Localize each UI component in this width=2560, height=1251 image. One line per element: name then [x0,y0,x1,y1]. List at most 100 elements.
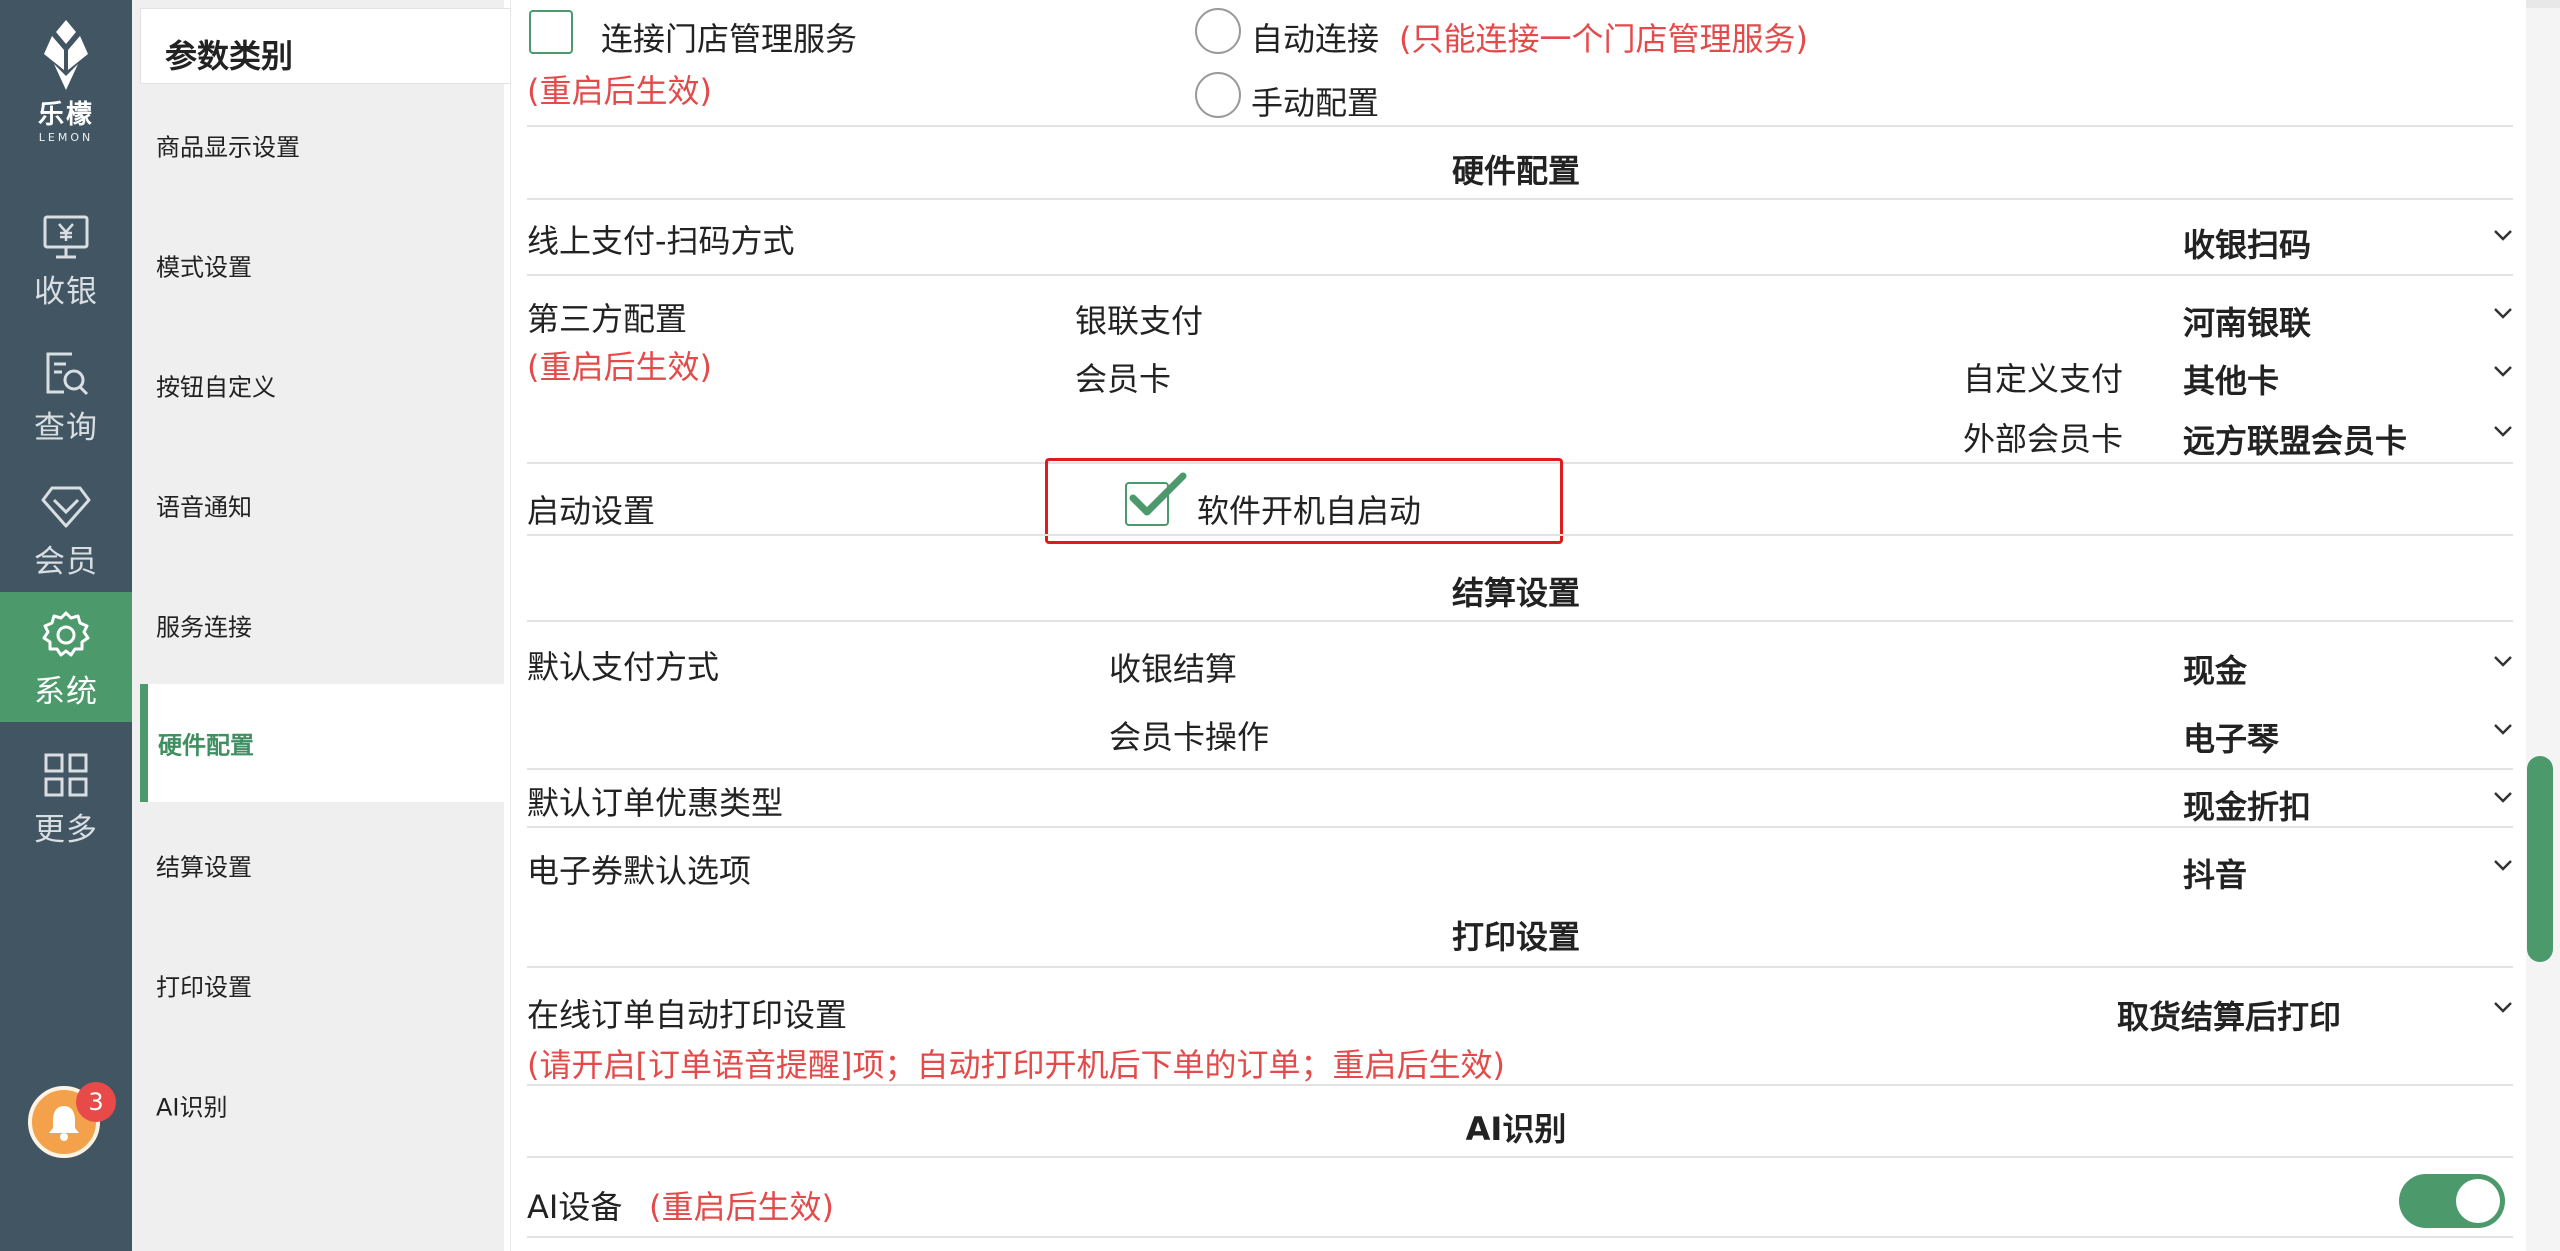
category-item-label: 模式设置 [156,253,252,282]
gear-icon [42,611,90,657]
cashier-settle-label: 收银结算 [1109,650,1238,688]
lemon-logo-icon [44,20,88,90]
category-item-label: AI识别 [156,1093,228,1122]
online-pay-label: 线上支付-扫码方式 [527,222,795,260]
coupon-label: 电子券默认选项 [527,852,752,890]
check-icon [1129,472,1187,516]
member-op-select[interactable]: 电子琴 [2183,710,2513,760]
member-card-label: 会员卡 [1075,360,1172,398]
nav-item-label: 查询 [34,410,98,446]
divider [527,826,2513,828]
third-party-note: (重启后生效) [527,348,712,386]
select-value: 收银扫码 [2183,226,2312,264]
nav-item-system[interactable]: 系统 [0,592,132,722]
category-item-label: 商品显示设置 [156,133,300,162]
category-panel: 参数类别 商品显示设置 模式设置 按钮自定义 语音通知 服务连接 硬件配置 结算… [132,0,632,1251]
divider [527,966,2513,968]
divider [527,198,2513,200]
category-item-label: 语音通知 [156,493,252,522]
select-value: 其他卡 [2183,362,2280,400]
scrollbar[interactable] [2526,0,2560,1251]
manual-config-radio[interactable] [1195,72,1241,118]
category-item-label: 硬件配置 [158,731,254,760]
select-value: 取货结算后打印 [2117,998,2342,1036]
ai-device-note: (重启后生效) [649,1188,834,1226]
startup-label: 启动设置 [527,492,656,530]
diamond-icon [41,486,91,528]
divider [527,1236,2513,1238]
notification-badge: 3 [76,1082,116,1122]
nav-item-cashier[interactable]: 收银 [0,196,132,326]
unionpay-select[interactable]: 河南银联 [2183,294,2513,344]
chevron-down-icon [2494,724,2512,735]
brand-name: 乐檬 [37,100,94,130]
external-card-label: 外部会员卡 [1963,420,2124,458]
chevron-down-icon [2494,366,2512,377]
nav-item-query[interactable]: 查询 [0,332,132,462]
divider [527,1156,2513,1158]
discount-select[interactable]: 现金折扣 [2183,778,2513,828]
notification-button[interactable]: 3 [28,1082,116,1158]
category-item-label: 按钮自定义 [156,373,276,402]
ai-device-toggle[interactable] [2399,1174,2505,1228]
nav-item-label: 更多 [34,812,98,848]
default-pay-label: 默认支付方式 [527,648,720,686]
category-item-label: 服务连接 [156,613,252,642]
toggle-knob [2456,1179,2500,1223]
chevron-down-icon [2494,426,2512,437]
auto-print-note: (请开启[订单语音提醒]项；自动打印开机后下单的订单；重启后生效) [527,1046,1505,1084]
third-party-label: 第三方配置 [527,300,688,338]
chevron-down-icon [2494,860,2512,871]
select-value: 电子琴 [2183,720,2280,758]
search-document-icon [46,352,89,396]
section-title-hardware: 硬件配置 [1451,152,1580,190]
nav-item-member[interactable]: 会员 [0,466,132,596]
scrollbar-thumb[interactable] [2527,756,2553,962]
cashier-monitor-icon [43,215,89,259]
divider [527,274,2513,276]
discount-label: 默认订单优惠类型 [527,784,784,822]
select-value: 现金 [2183,652,2248,690]
select-value: 远方联盟会员卡 [2183,422,2408,460]
autostart-checkbox[interactable] [1125,472,1187,526]
auto-print-label: 在线订单自动打印设置 [527,996,848,1034]
nav-item-label: 会员 [34,544,98,580]
restart-note: (重启后生效) [527,72,712,110]
brand-name-en: LEMON [38,131,94,144]
chevron-down-icon [2494,308,2512,319]
connect-service-checkbox[interactable] [529,10,573,54]
cashier-settle-select[interactable]: 现金 [2183,642,2513,692]
scrollbar-track-top [2526,0,2560,8]
select-value: 河南银联 [2183,304,2312,342]
nav-item-more[interactable]: 更多 [0,734,132,864]
divider [527,125,2513,127]
ai-device-label: AI设备 [527,1188,623,1226]
grid-icon [44,753,88,797]
chevron-down-icon [2494,230,2512,241]
coupon-select[interactable]: 抖音 [2183,846,2513,896]
online-pay-select[interactable]: 收银扫码 [2183,216,2513,266]
member-op-label: 会员卡操作 [1109,718,1270,756]
chevron-down-icon [2494,1002,2512,1013]
auto-connect-radio[interactable] [1195,8,1241,54]
unionpay-label: 银联支付 [1075,302,1204,340]
category-item-label: 打印设置 [156,973,252,1002]
brand-logo: 乐檬 LEMON [0,18,132,144]
divider [527,768,2513,770]
nav-item-label: 收银 [34,274,98,310]
auto-connect-note: (只能连接一个门店管理服务) [1399,20,1808,58]
chevron-down-icon [2494,656,2512,667]
section-title-print: 打印设置 [1451,918,1580,956]
section-title-settlement: 结算设置 [1451,574,1580,612]
divider [527,1084,2513,1086]
divider [527,620,2513,622]
chevron-down-icon [2494,792,2512,803]
custom-pay-select[interactable]: 其他卡 [2183,352,2513,402]
select-value: 抖音 [2183,856,2248,894]
connect-service-label: 连接门店管理服务 [601,20,858,58]
auto-print-select[interactable]: 取货结算后打印 [2117,988,2513,1038]
custom-pay-label: 自定义支付 [1963,360,2124,398]
settings-content: 连接门店管理服务 (重启后生效) 自动连接 (只能连接一个门店管理服务) 手动配… [510,0,2526,1251]
section-title-ai: AI识别 [1465,1110,1567,1148]
external-card-select[interactable]: 远方联盟会员卡 [2183,412,2513,462]
